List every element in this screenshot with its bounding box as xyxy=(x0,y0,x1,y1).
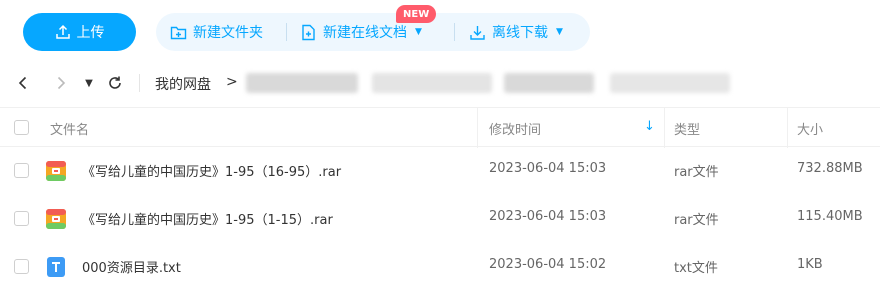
new-folder-label: 新建文件夹 xyxy=(193,25,263,41)
file-name[interactable]: 《写给儿童的中国历史》1-95（1-15）.rar xyxy=(82,209,333,228)
offline-download-button[interactable]: 离线下载 ▼ xyxy=(469,13,563,51)
divider xyxy=(139,74,140,92)
new-badge: NEW xyxy=(396,5,437,23)
breadcrumb-redacted xyxy=(610,73,730,93)
column-header-modified[interactable]: 修改时间 xyxy=(489,119,541,138)
row-checkbox[interactable] xyxy=(14,259,29,274)
breadcrumb-redacted xyxy=(504,73,594,93)
file-type: rar文件 xyxy=(674,213,719,228)
table-row[interactable]: 000资源目录.txt 2023-06-04 15:02 txt文件 1KB xyxy=(0,243,880,291)
new-folder-button[interactable]: 新建文件夹 xyxy=(170,13,263,51)
new-doc-icon xyxy=(302,24,315,40)
breadcrumb-redacted xyxy=(372,73,492,93)
back-icon[interactable] xyxy=(14,74,32,92)
column-header-size[interactable]: 大小 xyxy=(797,119,823,138)
new-folder-icon xyxy=(170,26,187,39)
offline-download-label: 离线下载 xyxy=(492,25,548,41)
action-group: 新建文件夹 新建在线文档 ▼ 离线下载 ▼ xyxy=(156,13,590,51)
column-divider xyxy=(477,108,478,148)
file-name[interactable]: 000资源目录.txt xyxy=(82,257,181,276)
file-modified: 2023-06-04 15:03 xyxy=(489,209,607,224)
caret-down-icon: ▼ xyxy=(415,27,422,37)
file-name[interactable]: 《写给儿童的中国历史》1-95（16-95）.rar xyxy=(82,161,341,180)
divider xyxy=(286,23,287,41)
table-row[interactable]: 《写给儿童的中国历史》1-95（1-15）.rar 2023-06-04 15:… xyxy=(0,195,880,243)
file-modified: 2023-06-04 15:03 xyxy=(489,161,607,176)
forward-icon[interactable] xyxy=(52,74,70,92)
divider xyxy=(454,23,455,41)
toolbar: 上传 新建文件夹 新建在线文档 ▼ 离线下载 ▼ NEW xyxy=(0,0,880,62)
select-all-checkbox[interactable] xyxy=(14,120,29,135)
row-checkbox[interactable] xyxy=(14,211,29,226)
table-header: 文件名 修改时间 ↓ 类型 大小 xyxy=(0,107,880,148)
breadcrumb-bar: ▼ 我的网盘 > xyxy=(0,62,880,104)
upload-icon xyxy=(55,24,70,39)
breadcrumb-root[interactable]: 我的网盘 xyxy=(155,74,211,94)
archive-icon xyxy=(46,209,66,229)
text-file-icon xyxy=(47,257,65,277)
upload-label: 上传 xyxy=(76,25,105,41)
sort-down-icon[interactable]: ↓ xyxy=(644,119,655,134)
table-row[interactable]: 《写给儿童的中国历史》1-95（16-95）.rar 2023-06-04 15… xyxy=(0,147,880,195)
column-divider xyxy=(664,108,665,148)
row-checkbox[interactable] xyxy=(14,163,29,178)
column-divider xyxy=(787,108,788,148)
caret-down-icon: ▼ xyxy=(556,27,563,37)
history-dropdown-icon[interactable]: ▼ xyxy=(80,74,98,92)
download-icon xyxy=(470,25,485,40)
file-type: txt文件 xyxy=(674,261,718,276)
new-online-doc-label: 新建在线文档 xyxy=(323,25,407,41)
archive-icon xyxy=(46,161,66,181)
file-type: rar文件 xyxy=(674,165,719,180)
file-size: 732.88MB xyxy=(797,161,863,176)
breadcrumb-redacted xyxy=(246,73,358,93)
breadcrumb-separator: > xyxy=(226,74,238,90)
file-size: 115.40MB xyxy=(797,209,863,224)
column-header-type[interactable]: 类型 xyxy=(674,119,700,138)
file-modified: 2023-06-04 15:02 xyxy=(489,257,607,272)
column-header-name[interactable]: 文件名 xyxy=(50,119,89,138)
file-size: 1KB xyxy=(797,257,823,272)
refresh-icon[interactable] xyxy=(106,74,124,92)
upload-button[interactable]: 上传 xyxy=(23,13,136,51)
